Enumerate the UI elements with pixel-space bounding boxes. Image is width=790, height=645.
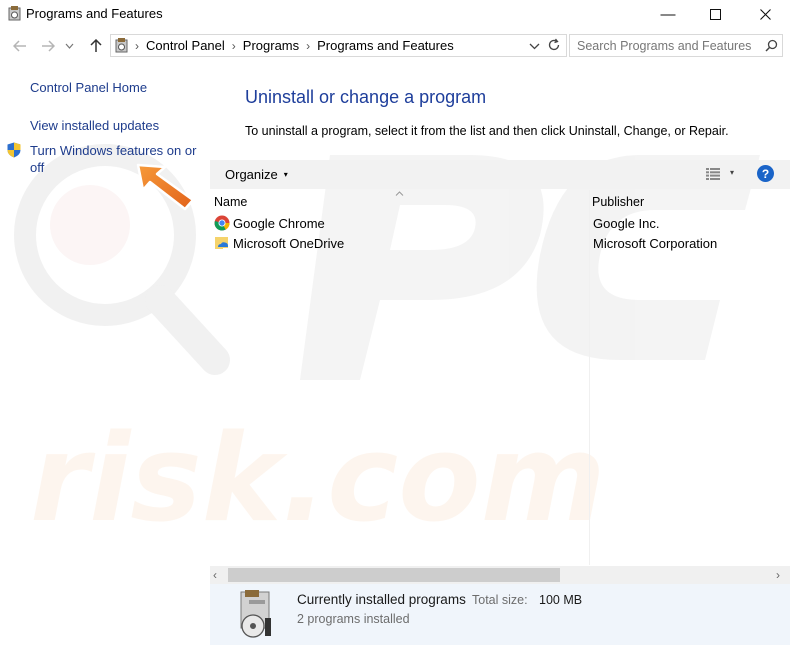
back-button[interactable] (10, 36, 30, 56)
shield-icon (7, 142, 21, 158)
maximize-button[interactable] (692, 0, 738, 28)
total-size-label: Total size: (472, 593, 528, 607)
address-dropdown-button[interactable] (529, 39, 540, 57)
program-publisher: Google Inc. (593, 216, 660, 231)
breadcrumb-programs[interactable]: Programs (243, 38, 299, 53)
scroll-right-button[interactable]: › (776, 568, 780, 582)
table-row[interactable]: Google Chrome Google Inc. (213, 214, 783, 234)
up-button[interactable] (86, 36, 106, 56)
organize-label: Organize (225, 167, 278, 182)
breadcrumb: › Control Panel › Programs › Programs an… (135, 38, 454, 53)
program-name: Microsoft OneDrive (233, 236, 345, 251)
scroll-left-button[interactable]: ‹ (213, 568, 217, 582)
annotation-arrow-icon (136, 163, 195, 211)
program-name: Google Chrome (233, 216, 325, 231)
search-icon[interactable] (765, 39, 778, 52)
breadcrumb-separator[interactable]: › (232, 39, 236, 53)
refresh-icon (548, 38, 560, 51)
program-count: 2 programs installed (297, 612, 410, 626)
breadcrumb-control-panel[interactable]: Control Panel (146, 38, 225, 53)
organize-button[interactable]: Organize ▾ (225, 167, 288, 182)
window-title: Programs and Features (26, 6, 163, 21)
total-size-value: 100 MB (539, 593, 583, 607)
forward-button[interactable] (38, 36, 58, 56)
breadcrumb-separator[interactable]: › (135, 39, 139, 53)
column-header-publisher[interactable]: Publisher (592, 195, 644, 209)
title-bar: Programs and Features — (0, 0, 790, 28)
search-box[interactable]: Search Programs and Features (569, 34, 783, 57)
details-title: Currently installed programs (297, 592, 466, 607)
help-button[interactable]: ? (757, 165, 774, 182)
scrollbar-thumb[interactable] (228, 568, 560, 582)
control-panel-home-link[interactable]: Control Panel Home (30, 80, 147, 95)
toolbar: Organize ▾ ▾ ? (210, 160, 790, 189)
program-publisher: Microsoft Corporation (593, 236, 718, 251)
sort-ascending-icon (395, 191, 404, 196)
horizontal-scrollbar[interactable]: ‹ › (210, 566, 790, 584)
forward-arrow-icon (42, 40, 55, 52)
details-pane: Currently installed programs Total size:… (210, 584, 790, 645)
refresh-button[interactable] (547, 38, 561, 57)
breadcrumb-separator[interactable]: › (306, 39, 310, 53)
maximize-icon (709, 8, 721, 20)
minimize-button[interactable]: — (645, 0, 691, 28)
control-panel-icon (115, 38, 128, 53)
view-details-icon[interactable] (706, 168, 720, 180)
programs-features-icon (8, 6, 21, 21)
organize-caret-icon: ▾ (283, 170, 288, 179)
breadcrumb-programs-and-features[interactable]: Programs and Features (317, 38, 454, 53)
page-title: Uninstall or change a program (245, 87, 487, 107)
turn-windows-features-line1[interactable]: Turn Windows features on or (30, 143, 196, 158)
risk-watermark: risk.com (30, 410, 606, 549)
address-bar[interactable]: › Control Panel › Programs › Programs an… (110, 34, 567, 57)
search-input[interactable]: Search Programs and Features (577, 39, 751, 53)
back-arrow-icon (13, 40, 26, 52)
close-button[interactable] (742, 0, 788, 28)
table-row[interactable]: Microsoft OneDrive Microsoft Corporation (213, 234, 783, 254)
chevron-down-icon (65, 43, 73, 49)
column-header-name[interactable]: Name (214, 195, 247, 209)
onedrive-icon (215, 237, 229, 251)
view-options-button[interactable]: ▾ (730, 168, 734, 177)
svg-text:risk.com: risk.com (30, 410, 606, 549)
installed-programs-icon (240, 590, 271, 638)
page-description: To uninstall a program, select it from t… (245, 124, 729, 138)
up-arrow-icon (90, 39, 102, 52)
recent-locations-button[interactable] (62, 36, 76, 56)
chrome-icon (214, 215, 230, 231)
view-installed-updates-link[interactable]: View installed updates (30, 118, 159, 133)
close-icon (759, 8, 771, 20)
chevron-down-icon (529, 43, 540, 50)
